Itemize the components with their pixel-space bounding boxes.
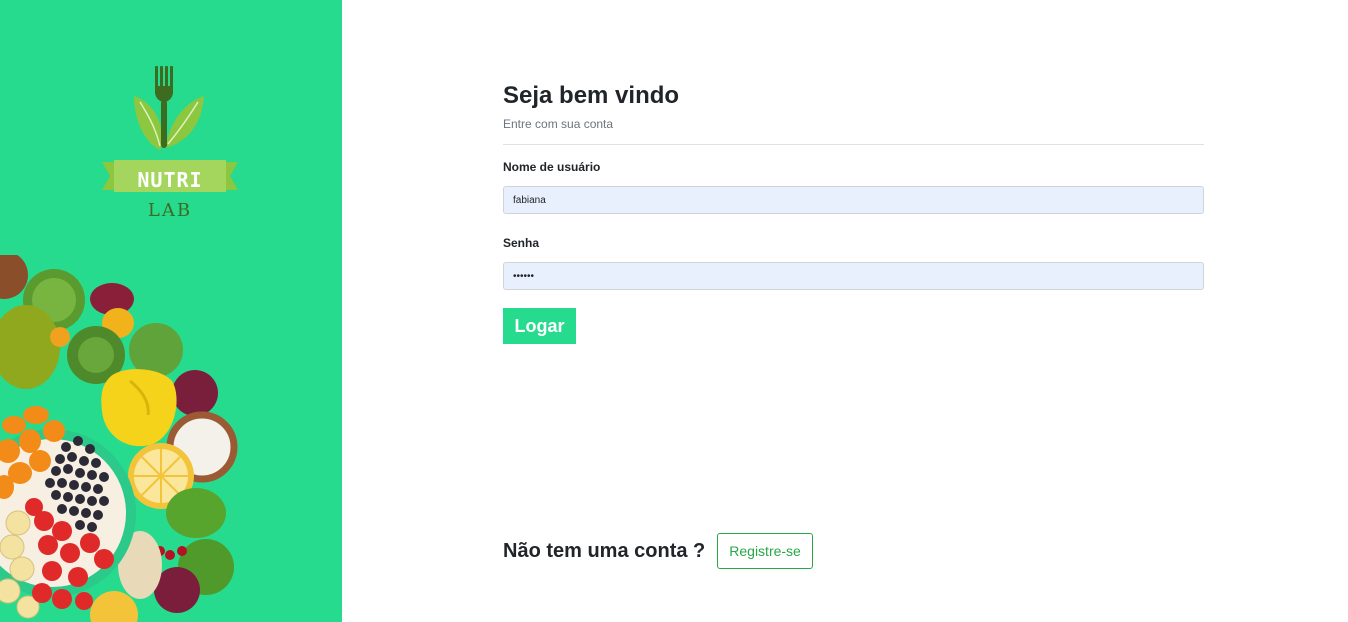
left-leaf-icon <box>134 96 163 150</box>
username-label: Nome de usuário <box>503 160 601 174</box>
fork-leaf-icon <box>102 66 238 192</box>
brand-panel: NUTRI LAB <box>0 0 342 622</box>
page-title: Seja bem vindo <box>503 82 680 109</box>
login-page: NUTRI LAB Seja bem vindo Entre com sua c… <box>0 0 1348 622</box>
login-button[interactable]: Logar <box>503 308 576 344</box>
fruits-vegetables-image <box>0 255 238 622</box>
username-input[interactable] <box>503 186 1204 214</box>
logo-subword: LAB <box>147 200 193 221</box>
register-button[interactable]: Registre-se <box>717 533 813 569</box>
nutrilab-logo: NUTRI LAB <box>100 62 240 222</box>
logo-wordmark: NUTRI <box>137 168 203 192</box>
no-account-prompt: Não tem uma conta ? <box>503 539 706 562</box>
password-label: Senha <box>503 236 540 250</box>
page-subtitle: Entre com sua conta <box>503 117 614 131</box>
password-input[interactable] <box>503 262 1204 290</box>
divider <box>503 144 1204 145</box>
register-row: Não tem uma conta ? Registre-se <box>503 533 813 569</box>
login-form-section: Seja bem vindo Entre com sua conta Nome … <box>503 0 1204 622</box>
